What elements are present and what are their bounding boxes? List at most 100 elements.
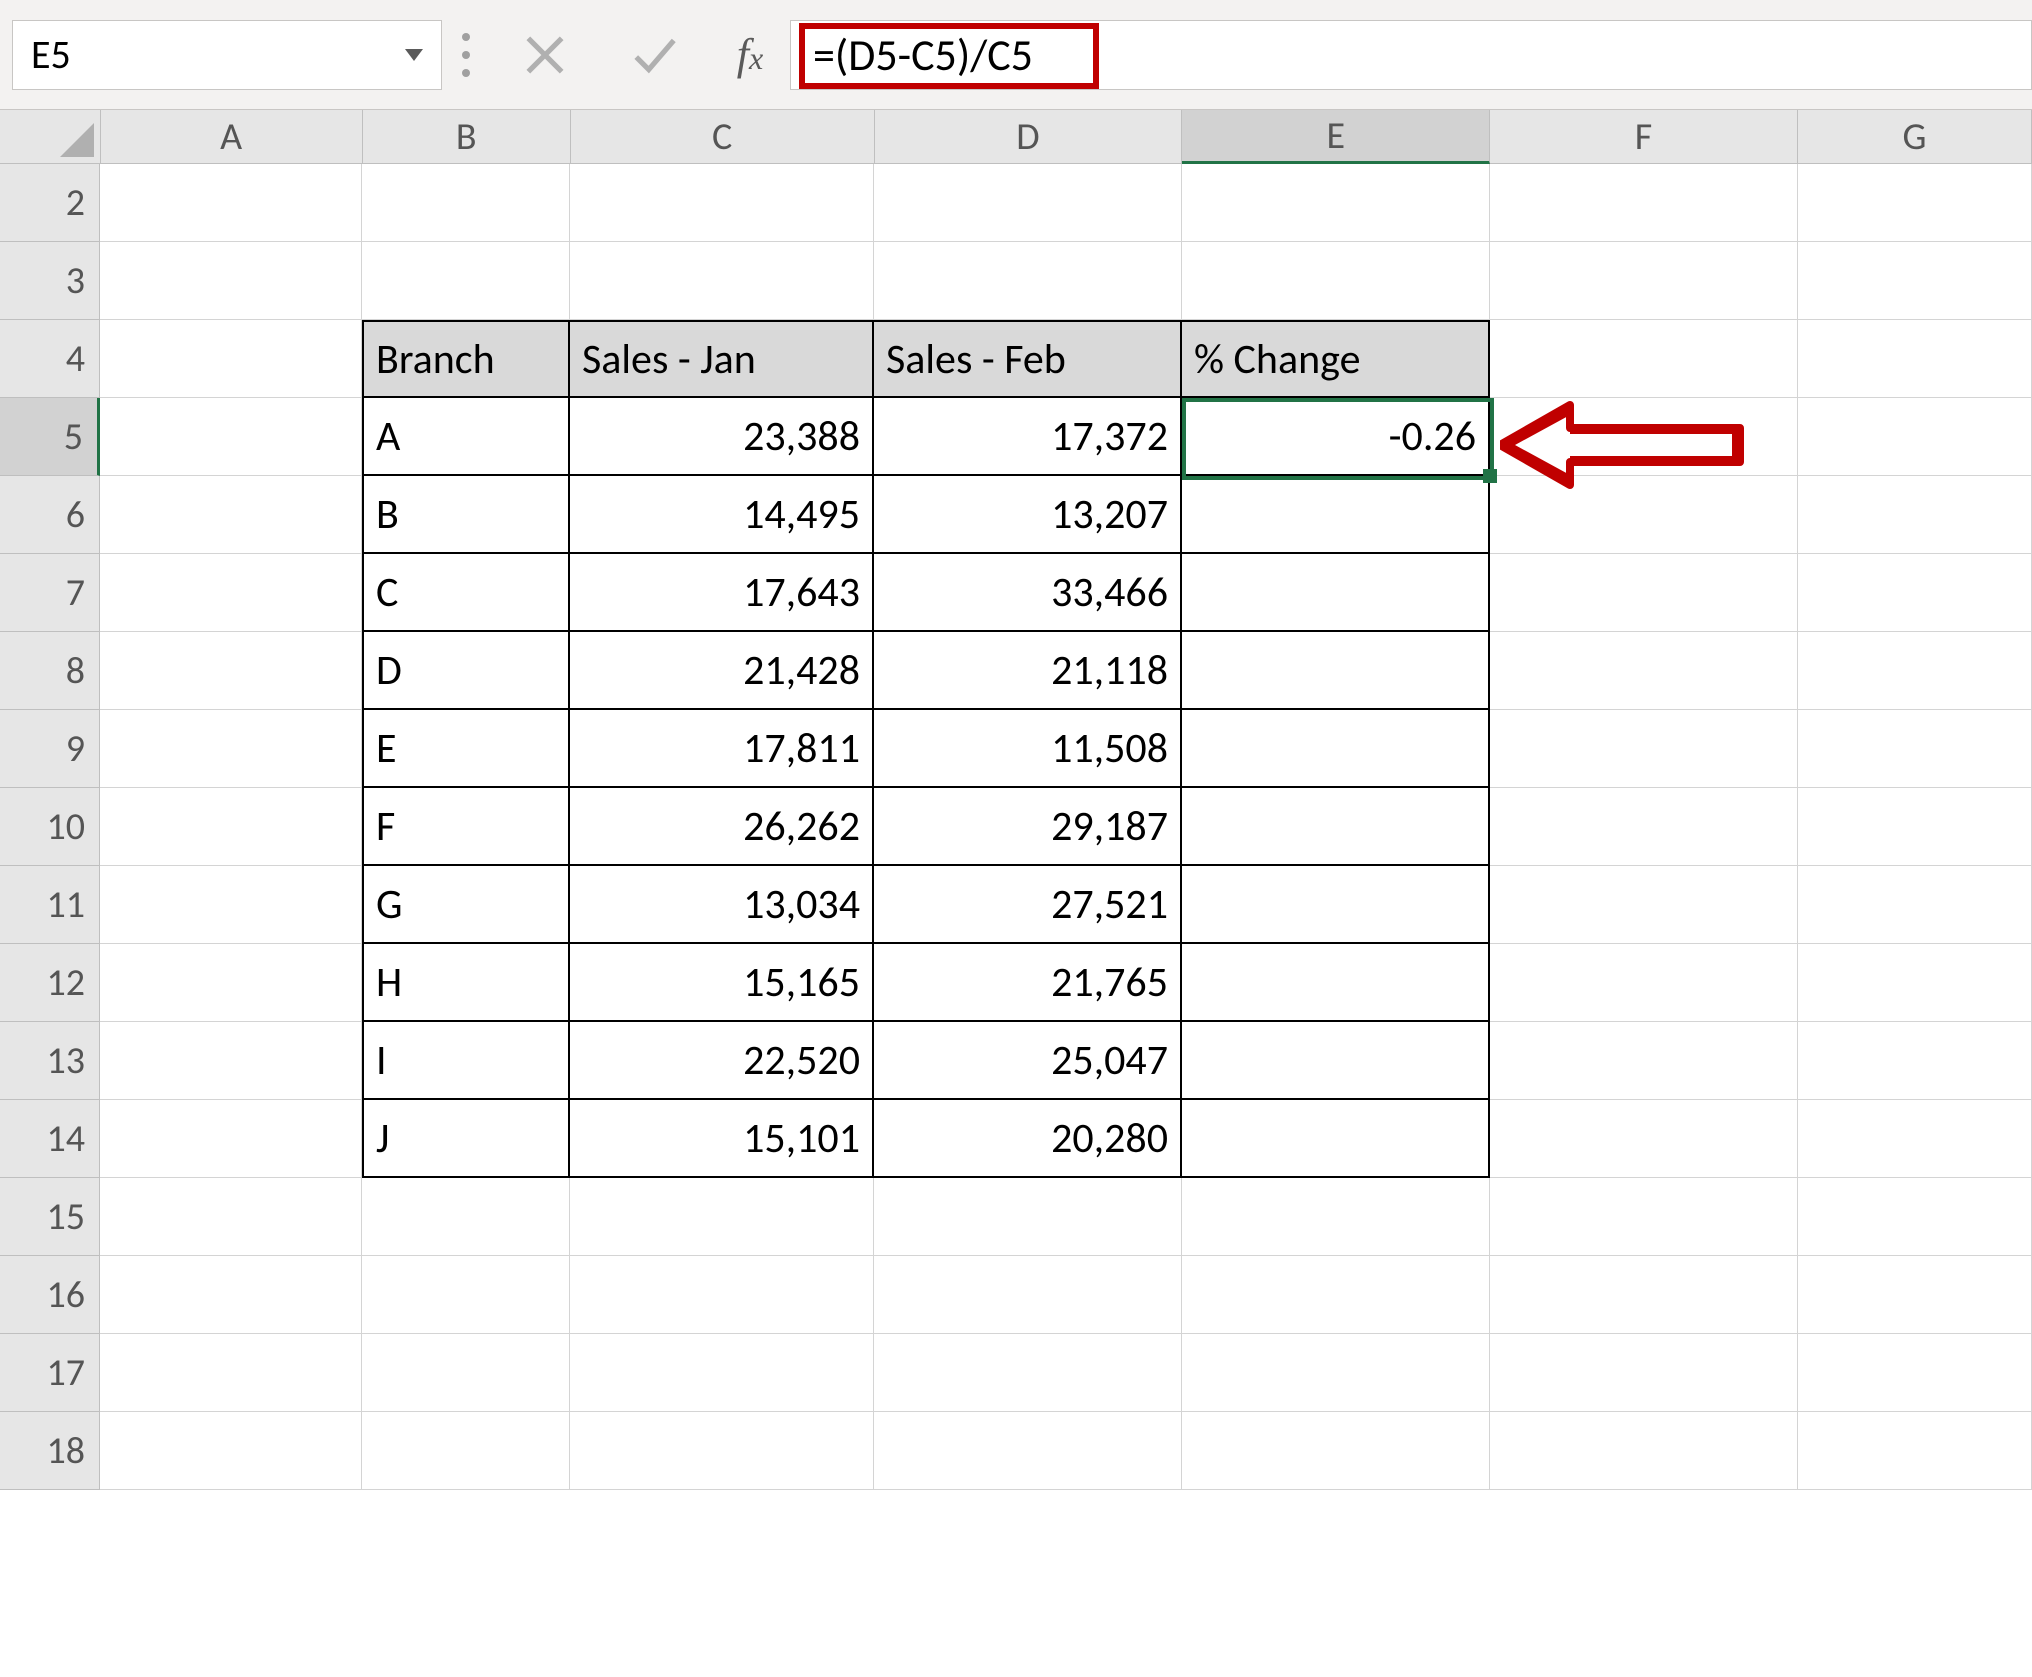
cell[interactable] — [1490, 1100, 1798, 1178]
cell[interactable] — [570, 1334, 874, 1412]
row-header[interactable]: 3 — [0, 242, 100, 320]
cell[interactable] — [1490, 710, 1798, 788]
table-cell[interactable]: A — [362, 398, 570, 476]
cell[interactable] — [1182, 1334, 1490, 1412]
select-all-corner[interactable] — [0, 110, 101, 164]
cell[interactable] — [1798, 788, 2032, 866]
cell[interactable] — [1490, 788, 1798, 866]
table-cell[interactable]: D — [362, 632, 570, 710]
cell[interactable] — [362, 1334, 570, 1412]
cell[interactable] — [1490, 476, 1798, 554]
table-cell[interactable]: 15,101 — [570, 1100, 874, 1178]
formula-input[interactable]: =(D5-C5)/C5 — [790, 20, 2032, 90]
column-header-C[interactable]: C — [571, 110, 875, 164]
table-cell[interactable]: E — [362, 710, 570, 788]
table-cell[interactable]: 17,372 — [874, 398, 1182, 476]
cell[interactable] — [1798, 1100, 2032, 1178]
cell[interactable] — [1798, 554, 2032, 632]
cell[interactable] — [1798, 476, 2032, 554]
cell[interactable] — [362, 242, 570, 320]
cell[interactable] — [1182, 164, 1490, 242]
row-header[interactable]: 6 — [0, 476, 100, 554]
cell[interactable] — [1798, 944, 2032, 1022]
table-cell[interactable] — [1182, 1022, 1490, 1100]
cell[interactable] — [1490, 1334, 1798, 1412]
cell[interactable] — [1490, 1022, 1798, 1100]
cell[interactable] — [570, 1412, 874, 1490]
table-cell[interactable] — [1182, 554, 1490, 632]
cell[interactable] — [1798, 1256, 2032, 1334]
cell[interactable] — [1798, 164, 2032, 242]
table-cell[interactable] — [1182, 944, 1490, 1022]
table-cell[interactable]: 25,047 — [874, 1022, 1182, 1100]
table-cell[interactable]: 17,643 — [570, 554, 874, 632]
column-header-B[interactable]: B — [363, 110, 571, 164]
cell[interactable] — [570, 1178, 874, 1256]
cell[interactable] — [1798, 242, 2032, 320]
row-header[interactable]: 12 — [0, 944, 100, 1022]
cell[interactable] — [874, 1412, 1182, 1490]
table-cell[interactable]: 21,428 — [570, 632, 874, 710]
fx-icon[interactable]: fx — [710, 29, 790, 80]
row-header[interactable]: 7 — [0, 554, 100, 632]
column-header-D[interactable]: D — [875, 110, 1183, 164]
cell[interactable] — [1490, 632, 1798, 710]
table-cell[interactable]: 17,811 — [570, 710, 874, 788]
table-cell[interactable] — [1182, 476, 1490, 554]
table-cell[interactable]: B — [362, 476, 570, 554]
table-cell[interactable]: 22,520 — [570, 1022, 874, 1100]
cell[interactable] — [1490, 944, 1798, 1022]
table-header[interactable]: % Change — [1182, 320, 1490, 398]
table-cell[interactable]: 26,262 — [570, 788, 874, 866]
table-header[interactable]: Branch — [362, 320, 570, 398]
row-header[interactable]: 5 — [0, 398, 100, 476]
table-cell[interactable]: I — [362, 1022, 570, 1100]
cell[interactable] — [1490, 866, 1798, 944]
row-header[interactable]: 14 — [0, 1100, 100, 1178]
cell[interactable] — [1182, 1178, 1490, 1256]
cell[interactable] — [100, 1022, 362, 1100]
row-header[interactable]: 8 — [0, 632, 100, 710]
cell[interactable] — [570, 242, 874, 320]
table-cell[interactable]: 27,521 — [874, 866, 1182, 944]
row-header[interactable]: 18 — [0, 1412, 100, 1490]
cell[interactable] — [1798, 1412, 2032, 1490]
cell[interactable] — [100, 632, 362, 710]
table-cell[interactable]: 14,495 — [570, 476, 874, 554]
cell[interactable] — [1798, 866, 2032, 944]
table-cell[interactable]: J — [362, 1100, 570, 1178]
cell[interactable] — [100, 788, 362, 866]
column-header-A[interactable]: A — [101, 110, 363, 164]
cell[interactable] — [100, 398, 362, 476]
cell[interactable] — [100, 710, 362, 788]
cell[interactable] — [1490, 1178, 1798, 1256]
table-cell[interactable]: 21,765 — [874, 944, 1182, 1022]
cell[interactable] — [362, 1412, 570, 1490]
cell[interactable] — [1798, 1178, 2032, 1256]
table-cell[interactable]: H — [362, 944, 570, 1022]
cell[interactable] — [1490, 554, 1798, 632]
table-cell[interactable]: 11,508 — [874, 710, 1182, 788]
cell[interactable] — [1182, 242, 1490, 320]
active-cell[interactable]: -0.26 — [1182, 398, 1490, 476]
cell[interactable] — [100, 554, 362, 632]
cell[interactable] — [1798, 320, 2032, 398]
cell[interactable] — [100, 1256, 362, 1334]
table-cell[interactable] — [1182, 788, 1490, 866]
column-header-E[interactable]: E — [1182, 110, 1490, 164]
table-cell[interactable]: 15,165 — [570, 944, 874, 1022]
cell[interactable] — [1490, 320, 1798, 398]
cell[interactable] — [1490, 1256, 1798, 1334]
cell[interactable] — [100, 1178, 362, 1256]
table-cell[interactable] — [1182, 710, 1490, 788]
table-cell[interactable] — [1182, 866, 1490, 944]
cell[interactable] — [100, 1412, 362, 1490]
cell[interactable] — [100, 164, 362, 242]
table-cell[interactable] — [1182, 1100, 1490, 1178]
cell[interactable] — [874, 1334, 1182, 1412]
cell[interactable] — [100, 944, 362, 1022]
row-header[interactable]: 15 — [0, 1178, 100, 1256]
cell[interactable] — [1798, 632, 2032, 710]
table-cell[interactable]: 33,466 — [874, 554, 1182, 632]
cell[interactable] — [874, 242, 1182, 320]
